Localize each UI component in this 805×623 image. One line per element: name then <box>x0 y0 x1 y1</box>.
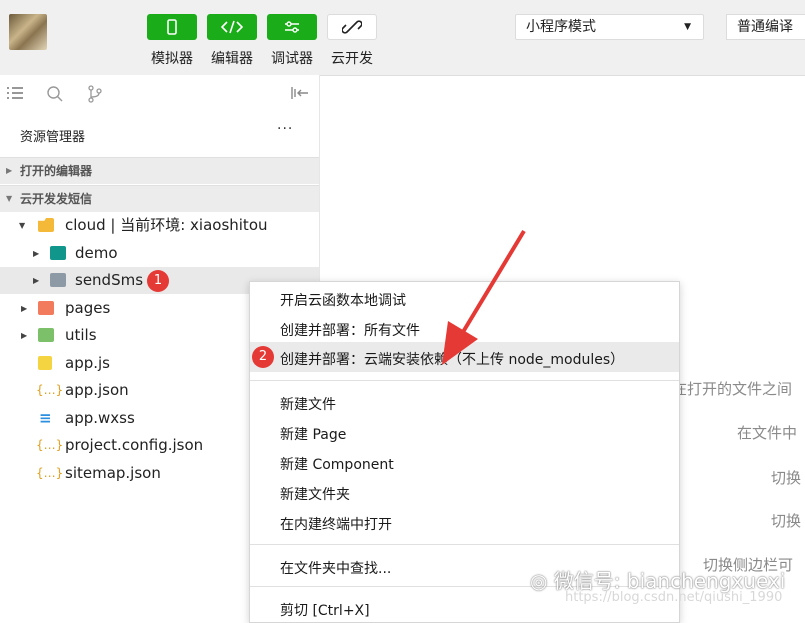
chevron-right-icon: ▶ <box>21 304 28 313</box>
tree-item-label: cloud | 当前环境: xiaoshitou <box>65 216 268 234</box>
cloud-link-icon <box>342 20 362 34</box>
tree-item-label: demo <box>75 244 118 262</box>
css-file-icon: ≡ <box>39 409 52 427</box>
hint-text: 切换 <box>771 512 802 530</box>
editor-button[interactable] <box>207 14 257 40</box>
menu-item-cut[interactable]: 剪切 [Ctrl+X] <box>280 600 370 620</box>
tree-item-demo[interactable]: ▶ demo <box>0 240 319 267</box>
menu-item-deploy-all[interactable]: 创建并部署：所有文件 <box>280 320 420 340</box>
search-icon[interactable] <box>45 85 65 105</box>
tree-item-label: sitemap.json <box>65 464 161 482</box>
cloud-dev-label: 云开发 <box>331 51 373 67</box>
more-options-button[interactable]: ··· <box>277 121 293 137</box>
tree-item-label: app.js <box>65 354 110 372</box>
chevron-right-icon: ▶ <box>6 166 13 175</box>
chevron-down-icon: ▼ <box>19 221 26 230</box>
chevron-right-icon: ▶ <box>21 331 28 340</box>
collapse-sidebar-icon[interactable] <box>290 85 310 105</box>
js-file-icon <box>38 356 52 370</box>
annotation-arrow <box>442 229 526 365</box>
section-open-editors[interactable]: ▶ 打开的编辑器 <box>0 157 319 184</box>
git-branch-icon[interactable] <box>85 85 105 105</box>
section-project[interactable]: ▼ 云开发发短信 <box>0 185 319 212</box>
watermark-url: https://blog.csdn.net/qiushi_1990 <box>565 590 783 605</box>
step-badge-1: 1 <box>147 270 169 292</box>
menu-divider <box>250 544 679 545</box>
simulator-button[interactable] <box>147 14 197 40</box>
explorer-icon-row <box>0 75 319 115</box>
chevron-right-icon: ▶ <box>33 249 40 258</box>
folder-open-icon <box>38 218 54 232</box>
top-toolbar: 模拟器 编辑器 调试器 云开发 小程序模式 ▼ 普通编译 <box>0 0 805 76</box>
pages-folder-icon <box>38 301 54 315</box>
mode-select-value: 小程序模式 <box>526 19 596 35</box>
compile-select[interactable]: 普通编译 <box>726 14 805 40</box>
hint-text: 在打开的文件之间 <box>672 380 793 398</box>
json-file-icon: {…} <box>36 466 64 480</box>
tree-item-label: app.json <box>65 381 129 399</box>
chevron-down-icon: ▼ <box>6 194 13 203</box>
tree-item-label: app.wxss <box>65 409 135 427</box>
section-open-editors-label: 打开的编辑器 <box>20 164 93 178</box>
cloud-dev-button[interactable] <box>327 14 377 40</box>
menu-item-new-page[interactable]: 新建 Page <box>280 424 346 444</box>
sliders-icon <box>285 21 299 33</box>
wechat-icon: ◎ <box>530 569 554 593</box>
menu-item-open-terminal[interactable]: 在内建终端中打开 <box>280 514 392 534</box>
utils-folder-icon <box>38 328 54 342</box>
mode-select[interactable]: 小程序模式 ▼ <box>515 14 704 40</box>
editor-label: 编辑器 <box>211 51 253 67</box>
tree-item-label: pages <box>65 299 111 317</box>
menu-item-new-file[interactable]: 新建文件 <box>280 394 336 414</box>
hint-text: 在文件中 <box>737 424 798 442</box>
simulator-label: 模拟器 <box>151 51 193 67</box>
compile-select-value: 普通编译 <box>737 19 793 35</box>
menu-item-local-debug[interactable]: 开启云函数本地调试 <box>280 290 406 310</box>
hint-text: 切换 <box>771 469 802 487</box>
cloud-function-folder-icon <box>50 246 66 260</box>
explorer-title: 资源管理器 <box>20 130 86 145</box>
menu-item-new-component[interactable]: 新建 Component <box>280 454 394 474</box>
step-badge-2: 2 <box>252 346 274 368</box>
chevron-right-icon: ▶ <box>33 276 40 285</box>
tree-item-label: sendSms <box>75 271 144 289</box>
phone-icon <box>167 19 177 35</box>
avatar[interactable] <box>9 14 47 50</box>
code-icon <box>221 20 243 34</box>
folder-icon <box>50 273 66 287</box>
menu-item-find-in-folder[interactable]: 在文件夹中查找... <box>280 558 391 578</box>
json-file-icon: {…} <box>36 438 64 452</box>
debugger-label: 调试器 <box>271 51 313 67</box>
debugger-button[interactable] <box>267 14 317 40</box>
section-project-label: 云开发发短信 <box>20 192 93 206</box>
tree-item-label: utils <box>65 326 97 344</box>
tree-item-cloud[interactable]: ▼ cloud | 当前环境: xiaoshitou <box>0 212 319 239</box>
chevron-down-icon: ▼ <box>684 22 691 32</box>
list-icon[interactable] <box>5 85 25 105</box>
menu-item-new-folder[interactable]: 新建文件夹 <box>280 484 350 504</box>
tree-item-label: project.config.json <box>65 436 204 454</box>
json-file-icon: {…} <box>36 383 64 397</box>
menu-divider <box>250 380 679 381</box>
